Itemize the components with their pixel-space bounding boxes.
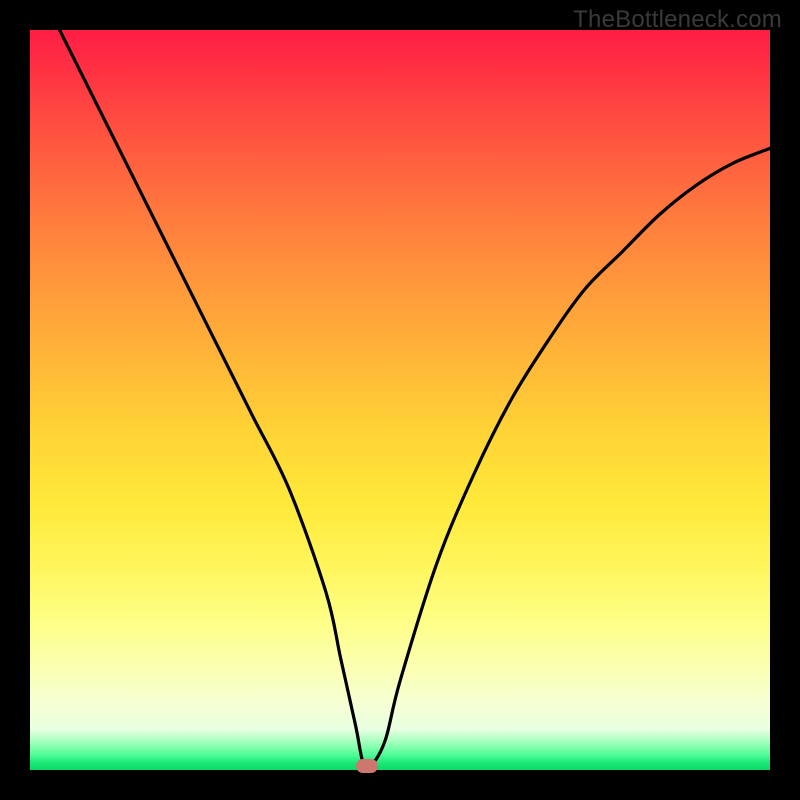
- curve-path: [60, 30, 770, 769]
- watermark-text: TheBottleneck.com: [573, 6, 782, 34]
- bottleneck-curve: [30, 30, 770, 770]
- chart-plot-area: [30, 30, 770, 770]
- bottleneck-marker: [356, 759, 378, 773]
